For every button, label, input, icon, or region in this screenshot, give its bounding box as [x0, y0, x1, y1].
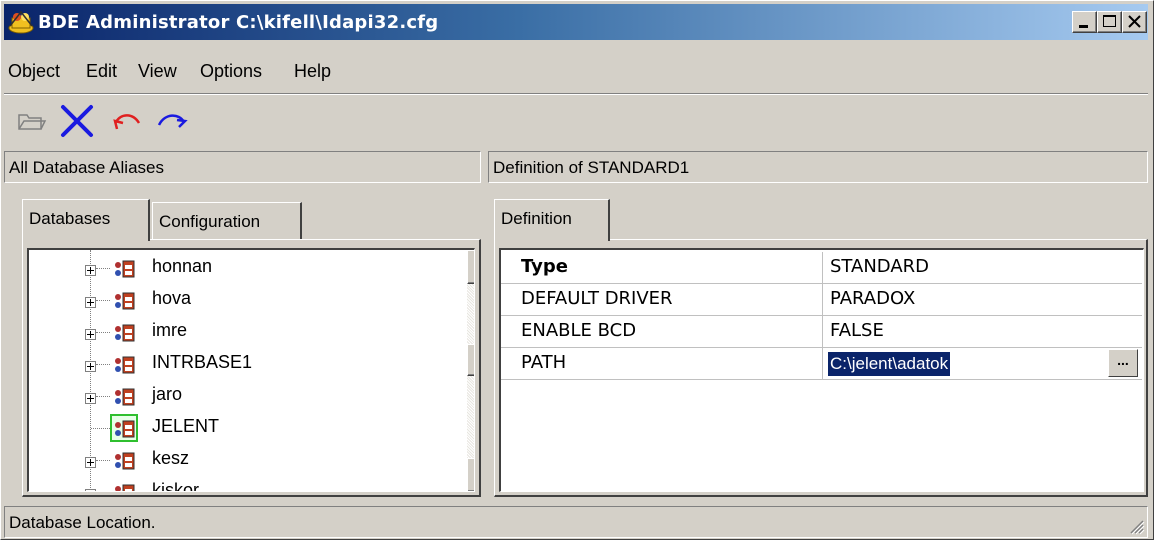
expand-plus-icon[interactable]: [85, 359, 96, 372]
tree-item-label: imre: [152, 320, 187, 340]
path-value-selected-text[interactable]: C:\jelent\adatok: [828, 352, 951, 376]
grid-row-type[interactable]: Type STANDARD: [501, 252, 1142, 284]
expand-plus-icon[interactable]: [85, 295, 96, 308]
database-alias-icon: [110, 414, 138, 442]
grid-row-enable-bcd[interactable]: ENABLE BCD FALSE: [501, 316, 1142, 348]
bde-administrator-window: BDE Administrator C:\kifell\Idapi32.cfg …: [0, 0, 1154, 540]
tree-item-label: INTRBASE1: [152, 352, 253, 372]
window-title: BDE Administrator C:\kifell\Idapi32.cfg: [38, 12, 439, 33]
tree-item-kesz[interactable]: kesz: [29, 444, 449, 476]
path-value-field[interactable]: C:\jelent\adatok ...: [824, 348, 1142, 379]
tree-item-honnan[interactable]: honnan: [29, 252, 449, 284]
expand-plus-icon[interactable]: [85, 263, 96, 276]
tree-item-label: kesz: [152, 448, 190, 468]
database-alias-icon: [111, 447, 137, 473]
bde-admin-icon: [7, 8, 35, 36]
open-button[interactable]: [11, 101, 51, 141]
close-button[interactable]: [1122, 11, 1147, 33]
minimize-button[interactable]: [1072, 11, 1097, 33]
scroll-up-button[interactable]: [467, 250, 474, 284]
database-alias-icon: [111, 319, 137, 345]
database-alias-icon: [111, 351, 137, 377]
expand-plus-icon[interactable]: [85, 455, 96, 468]
delete-button[interactable]: [57, 101, 97, 141]
undo-button[interactable]: [107, 101, 147, 141]
expand-plus-icon[interactable]: [85, 487, 96, 491]
menu-bar: Object Edit View Options Help: [4, 61, 1148, 89]
property-name: Type: [501, 252, 823, 283]
scroll-thumb[interactable]: [467, 344, 474, 376]
scroll-down-button[interactable]: [467, 458, 474, 491]
menu-object[interactable]: Object: [8, 61, 60, 82]
tree-item-label: JELENT: [152, 416, 220, 436]
status-text: Database Location.: [9, 513, 156, 532]
tree-item-intrbase1[interactable]: INTRBASE1: [29, 348, 449, 380]
definition-grid: Type STANDARD DEFAULT DRIVER PARADOX ENA…: [499, 248, 1144, 492]
redo-button[interactable]: [151, 101, 191, 141]
tree-branch-line: [96, 300, 110, 301]
property-name: PATH: [501, 348, 823, 379]
tree-item-imre[interactable]: imre: [29, 316, 449, 348]
tab-databases[interactable]: Databases: [22, 199, 150, 241]
property-value[interactable]: STANDARD: [824, 252, 1142, 283]
tree-branch-line: [96, 460, 110, 461]
tree-item-kiskor[interactable]: kiskor: [29, 476, 449, 492]
property-value[interactable]: PARADOX: [824, 284, 1142, 315]
toolbar-separator: [4, 93, 1148, 95]
tree-item-jaro[interactable]: jaro: [29, 380, 449, 412]
tab-definition[interactable]: Definition: [494, 199, 610, 241]
grid-row-path[interactable]: PATH C:\jelent\adatok ...: [501, 348, 1142, 380]
menu-view[interactable]: View: [138, 61, 177, 82]
left-panel-header: All Database Aliases: [4, 151, 481, 183]
menu-edit[interactable]: Edit: [86, 61, 117, 82]
expand-plus-icon[interactable]: [85, 391, 96, 404]
expand-plus-icon[interactable]: [85, 327, 96, 340]
menu-options[interactable]: Options: [200, 61, 262, 82]
tree-item-label: honnan: [152, 256, 213, 276]
database-alias-icon: [111, 287, 137, 313]
tree-item-label: kiskor: [152, 480, 200, 492]
tree-branch-line: [96, 396, 110, 397]
title-bar[interactable]: BDE Administrator C:\kifell\Idapi32.cfg: [4, 4, 1148, 40]
tree-item-jelent[interactable]: JELENT: [29, 412, 449, 444]
database-alias-icon: [111, 479, 137, 491]
maximize-button[interactable]: [1097, 11, 1122, 33]
tree-item-hova[interactable]: hova: [29, 284, 449, 316]
tree-branch-line: [91, 428, 110, 429]
right-panel-header: Definition of STANDARD1: [488, 151, 1148, 183]
grid-row-default-driver[interactable]: DEFAULT DRIVER PARADOX: [501, 284, 1142, 316]
tree-branch-line: [96, 332, 110, 333]
tree-item-label: jaro: [152, 384, 183, 404]
tree-branch-line: [96, 268, 110, 269]
tab-configuration[interactable]: Configuration: [152, 202, 302, 240]
database-tree[interactable]: honnan hova imre INTRBASE1 jaro JELENT k…: [27, 248, 475, 492]
property-name: DEFAULT DRIVER: [501, 284, 823, 315]
property-value[interactable]: FALSE: [824, 316, 1142, 347]
database-alias-icon: [111, 383, 137, 409]
tree-item-label: hova: [152, 288, 192, 308]
property-name: ENABLE BCD: [501, 316, 823, 347]
database-alias-icon: [111, 255, 137, 281]
tree-scrollbar[interactable]: [467, 250, 474, 491]
tree-branch-line: [96, 364, 110, 365]
menu-help[interactable]: Help: [294, 61, 331, 82]
status-bar: Database Location.: [4, 506, 1148, 538]
browse-ellipsis-button[interactable]: ...: [1108, 349, 1138, 377]
resize-grip-icon[interactable]: [1125, 515, 1145, 535]
